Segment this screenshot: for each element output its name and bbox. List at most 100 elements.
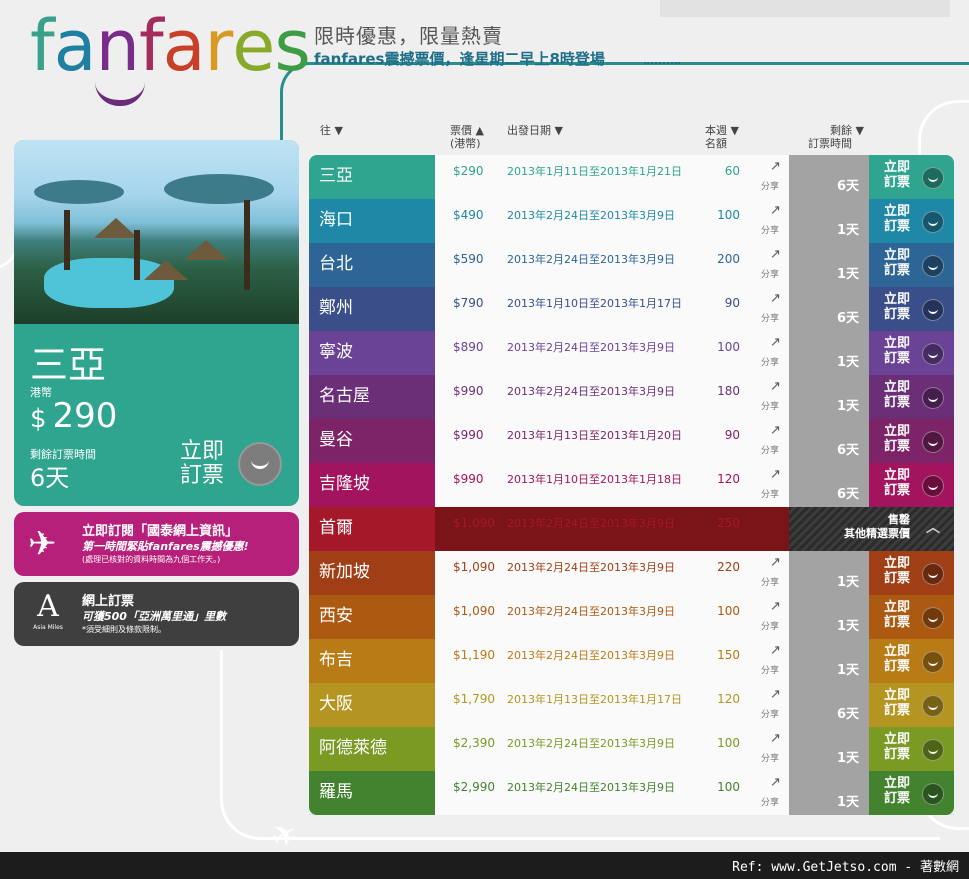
row-price: $1,090 [453, 516, 495, 530]
fare-row[interactable]: 羅馬 $2,990 2013年2月24日至2013年3月9日 100 ↗ 分享 1天 立即訂票 [309, 771, 954, 815]
other-fares-link[interactable]: 其他精選票價 [789, 527, 910, 541]
share-link[interactable]: 分享 [761, 487, 779, 500]
header-quota[interactable]: 本週 ▼ 名額 [705, 124, 739, 154]
book-now-button[interactable]: 立即訂票 [869, 727, 954, 771]
online-booking-promo[interactable]: A Asia Miles 網上訂票 可獲500「亞洲萬里通」里數 *須受細則及條… [14, 582, 299, 646]
resort-photo [14, 140, 299, 324]
share-link[interactable]: 分享 [761, 267, 779, 280]
fare-row[interactable]: 西安 $1,090 2013年2月24日至2013年3月9日 100 ↗ 分享 1天 立即訂票 [309, 595, 954, 639]
book-now-button[interactable]: 立即訂票 [869, 243, 954, 287]
book-now-button[interactable]: 立即訂票 [869, 375, 954, 419]
share-link[interactable]: 分享 [761, 707, 779, 720]
share-arrow-icon[interactable]: ↗ [770, 423, 781, 438]
row-dates: 2013年2月24日至2013年3月9日 [507, 209, 675, 222]
chevron-up-icon[interactable]: ︿ [926, 521, 940, 535]
fare-row[interactable]: 首爾 $1,090 2013年2月24日至2013年3月9日 250 售罄 其他精選票價 ︿ [309, 507, 954, 551]
header-destination[interactable]: 往 ▼ [320, 124, 343, 154]
book-now-button[interactable]: 立即訂票 [869, 199, 954, 243]
featured-card[interactable]: 三亞 港幣 $290 剩餘訂票時間 6天 立即訂票 [14, 140, 299, 506]
book-now-button[interactable]: 立即訂票 [869, 639, 954, 683]
fare-row[interactable]: 新加坡 $1,090 2013年2月24日至2013年3月9日 220 ↗ 分享 1天 立即訂… [309, 551, 954, 595]
header-remain[interactable]: 剩餘 ▼ 訂票時間 [800, 124, 864, 154]
row-city[interactable]: 西安 [309, 595, 435, 639]
smile-icon [922, 387, 944, 409]
row-dates: 2013年2月24日至2013年3月9日 [507, 649, 675, 662]
share-arrow-icon[interactable]: ↗ [770, 467, 781, 482]
fare-row[interactable]: 曼谷 $990 2013年1月13日至2013年1月20日 90 ↗ 分享 6天 立即訂票 [309, 419, 954, 463]
share-arrow-icon[interactable]: ↗ [770, 203, 781, 218]
fare-row[interactable]: 台北 $590 2013年2月24日至2013年3月9日 200 ↗ 分享 1天 立即訂票 [309, 243, 954, 287]
fare-row[interactable]: 寧波 $890 2013年2月24日至2013年3月9日 100 ↗ 分享 1天 立即訂票 [309, 331, 954, 375]
row-remain: 1天 [789, 331, 869, 375]
row-city[interactable]: 大阪 [309, 683, 435, 727]
row-city[interactable]: 三亞 [309, 155, 435, 199]
row-city[interactable]: 羅馬 [309, 771, 435, 815]
fare-row[interactable]: 阿德萊德 $2,390 2013年2月24日至2013年3月9日 100 ↗ 分享 1天 立即… [309, 727, 954, 771]
row-city[interactable]: 新加坡 [309, 551, 435, 595]
subscribe-promo[interactable]: ✈ 立即訂閱「國泰網上資訊」 第一時間緊貼fanfares震撼優惠! (處理已核… [14, 512, 299, 576]
fare-row[interactable]: 布吉 $1,190 2013年2月24日至2013年3月9日 150 ↗ 分享 1天 立即訂票 [309, 639, 954, 683]
book-now-button[interactable]: 立即訂票 [869, 551, 954, 595]
share-link[interactable]: 分享 [761, 179, 779, 192]
header-fare[interactable]: 票價 ▲ (港幣) [450, 124, 484, 154]
share-link[interactable]: 分享 [761, 619, 779, 632]
featured-book-label[interactable]: 立即訂票 [180, 440, 240, 488]
share-link[interactable]: 分享 [761, 575, 779, 588]
row-dates: 2013年2月24日至2013年3月9日 [507, 605, 675, 618]
fare-row[interactable]: 吉隆坡 $990 2013年1月10日至2013年1月18日 120 ↗ 分享 6天 立即訂票 [309, 463, 954, 507]
share-link[interactable]: 分享 [761, 223, 779, 236]
book-now-button[interactable]: 立即訂票 [869, 771, 954, 815]
share-arrow-icon[interactable]: ↗ [770, 159, 781, 174]
row-city[interactable]: 寧波 [309, 331, 435, 375]
share-link[interactable]: 分享 [761, 311, 779, 324]
share-link[interactable]: 分享 [761, 355, 779, 368]
fare-row[interactable]: 海口 $490 2013年2月24日至2013年3月9日 100 ↗ 分享 1天 立即訂票 [309, 199, 954, 243]
share-arrow-icon[interactable]: ↗ [770, 291, 781, 306]
featured-book-button[interactable] [238, 442, 282, 486]
row-remain: 1天 [789, 551, 869, 595]
fare-row[interactable]: 鄭州 $790 2013年1月10日至2013年1月17日 90 ↗ 分享 6天 立即訂票 [309, 287, 954, 331]
book-now-button[interactable]: 立即訂票 [869, 595, 954, 639]
row-city[interactable]: 首爾 [309, 507, 435, 551]
share-arrow-icon[interactable]: ↗ [770, 687, 781, 702]
row-city[interactable]: 吉隆坡 [309, 463, 435, 507]
book-now-button[interactable]: 立即訂票 [869, 331, 954, 375]
share-arrow-icon[interactable]: ↗ [770, 731, 781, 746]
row-city[interactable]: 名古屋 [309, 375, 435, 419]
row-price: $1,190 [453, 648, 495, 662]
share-arrow-icon[interactable]: ↗ [770, 379, 781, 394]
share-arrow-icon[interactable]: ↗ [770, 643, 781, 658]
top-grey-bar [660, 0, 950, 17]
share-arrow-icon[interactable]: ↗ [770, 555, 781, 570]
row-city[interactable]: 海口 [309, 199, 435, 243]
fare-row[interactable]: 三亞 $290 2013年1月11日至2013年1月21日 60 ↗ 分享 6天 立即訂票 [309, 155, 954, 199]
footer-ref[interactable]: Ref: www.GetJetso.com - 著數網 [732, 856, 959, 875]
row-city[interactable]: 曼谷 [309, 419, 435, 463]
book-now-button[interactable]: 立即訂票 [869, 683, 954, 727]
fare-row[interactable]: 名古屋 $990 2013年2月24日至2013年3月9日 180 ↗ 分享 1天 立即訂票 [309, 375, 954, 419]
row-city[interactable]: 布吉 [309, 639, 435, 683]
share-link[interactable]: 分享 [761, 795, 779, 808]
fare-row[interactable]: 大阪 $1,790 2013年1月13日至2013年1月17日 120 ↗ 分享 6天 立即訂… [309, 683, 954, 727]
row-city[interactable]: 阿德萊德 [309, 727, 435, 771]
book-now-button[interactable]: 立即訂票 [869, 287, 954, 331]
share-arrow-icon[interactable]: ↗ [770, 599, 781, 614]
row-city[interactable]: 鄭州 [309, 287, 435, 331]
sold-out-zone[interactable]: 售罄 其他精選票價 ︿ [789, 507, 954, 551]
fanfares-logo[interactable]: fanfares [30, 6, 311, 86]
share-link[interactable]: 分享 [761, 751, 779, 764]
header-date[interactable]: 出發日期 ▼ [507, 124, 563, 154]
row-remain: 1天 [789, 639, 869, 683]
share-arrow-icon[interactable]: ↗ [770, 775, 781, 790]
smile-icon [922, 211, 944, 233]
book-now-button[interactable]: 立即訂票 [869, 463, 954, 507]
share-link[interactable]: 分享 [761, 443, 779, 456]
share-link[interactable]: 分享 [761, 663, 779, 676]
share-arrow-icon[interactable]: ↗ [770, 247, 781, 262]
book-now-button[interactable]: 立即訂票 [869, 155, 954, 199]
book-now-label: 立即訂票 [884, 688, 911, 718]
row-city[interactable]: 台北 [309, 243, 435, 287]
share-arrow-icon[interactable]: ↗ [770, 335, 781, 350]
share-link[interactable]: 分享 [761, 399, 779, 412]
book-now-button[interactable]: 立即訂票 [869, 419, 954, 463]
